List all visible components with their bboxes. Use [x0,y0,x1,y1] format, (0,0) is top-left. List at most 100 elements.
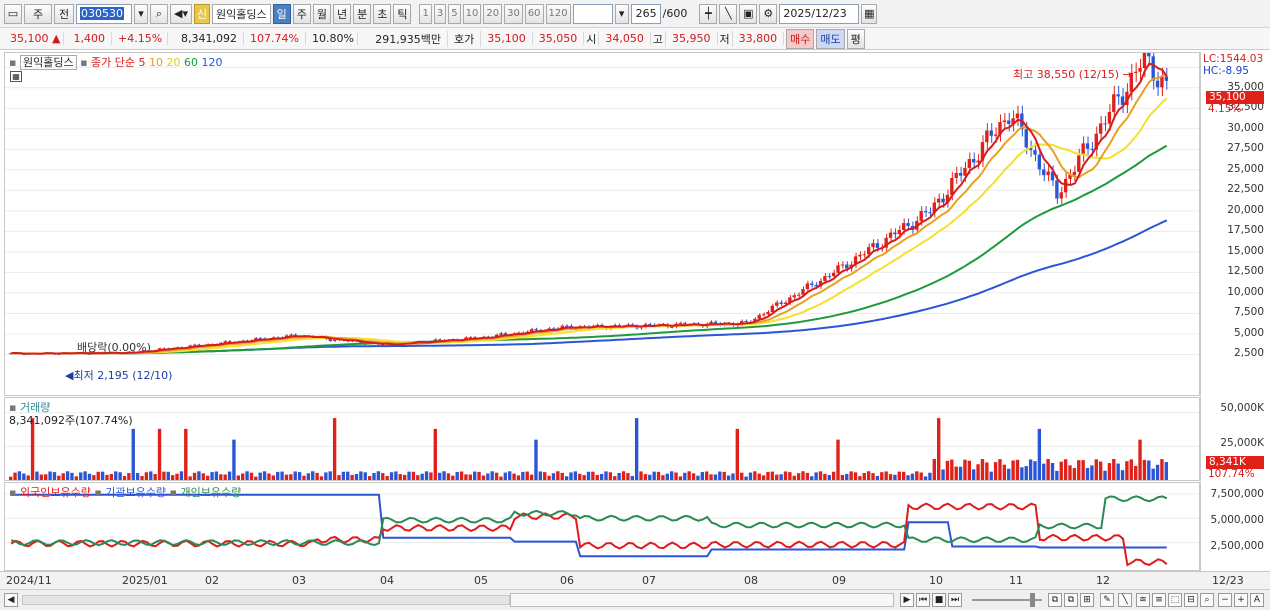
zoom-out-icon[interactable]: − [1218,593,1232,607]
volume-bar [144,472,149,480]
period-minute[interactable]: 분 [353,3,372,24]
scroll-track[interactable] [22,595,510,605]
minute-10[interactable]: 10 [462,3,482,24]
minute-5[interactable]: 5 [448,3,461,24]
sell-button[interactable]: 매도 [816,28,845,49]
prev-button[interactable]: 전 [54,3,74,24]
volume-bar [831,471,836,480]
tile-icon[interactable]: ⊞ [1080,593,1094,607]
line-tool-icon[interactable]: ╲ [719,3,738,24]
table-view-icon[interactable]: ▦ [10,71,22,82]
layout-icon[interactable]: ▭ [4,3,22,24]
type-select[interactable]: 주 [24,3,52,24]
code-dropdown-icon[interactable]: ▾ [134,3,148,24]
volume-bar [1042,463,1046,480]
price-tick-25000: 25,000 [1227,162,1264,175]
price-tick-17500: 17,500 [1227,224,1264,237]
volume-bar [477,471,481,480]
overlay-icon[interactable]: ⧉ [1064,593,1078,607]
text-tool-icon[interactable]: A [1250,593,1264,607]
volume-bar [276,471,280,480]
search-icon[interactable]: ⌕ [150,3,168,24]
candle-body [831,272,836,277]
scroll-thumb[interactable] [510,593,894,607]
zoom-slider-handle[interactable] [1030,593,1035,607]
fib-icon[interactable]: ≋ [1136,593,1150,607]
minute-30[interactable]: 30 [504,3,523,24]
candle-body [840,264,845,266]
price-panel[interactable]: ▪ 원익홀딩스 ▪ 종가 단순 5 10 20 60 120 ▦ 최고 38,5… [4,52,1200,396]
candle-body [954,172,958,178]
custom-period-dropdown-icon[interactable]: ▾ [614,3,629,24]
custom-period-input[interactable] [572,3,613,24]
volume-bar [748,472,753,480]
period-day[interactable]: 일 [272,3,291,24]
volume-bar [1103,470,1107,480]
count-input[interactable]: 265 [630,3,661,24]
scroll-left-icon[interactable]: ◀ [4,593,18,607]
minute-3[interactable]: 3 [433,3,447,24]
date-input[interactable]: 2025/12/23 [779,3,860,24]
candle-body [766,312,770,315]
legend-ma10: 10 [149,56,164,69]
hline-icon[interactable]: ≡ [1152,593,1166,607]
candle-body [1155,80,1160,88]
volume-bar [722,471,726,480]
volume-bar [538,471,543,480]
even-button[interactable]: 평 [846,28,865,49]
period-second[interactable]: 초 [373,3,392,24]
vol-tick-50000k: 50,000K [1220,402,1264,414]
search-zoom-icon[interactable]: ⌕ [1200,593,1214,607]
volume-bar [753,471,757,480]
hc-label: HC:-8.95 [1203,65,1249,77]
buy-button[interactable]: 매수 [786,28,815,49]
volume-bar [836,439,840,480]
candle-body [937,198,941,203]
period-week[interactable]: 주 [292,3,311,24]
candle-body [989,130,993,136]
candle-style-icon[interactable]: ┿ [699,3,718,24]
candle-body [1147,53,1151,57]
gear-icon[interactable]: ⚙ [759,3,778,24]
volume-bar [1081,460,1085,480]
stop-button[interactable]: ■ [932,593,946,607]
volume-bar [184,428,188,480]
play-button[interactable]: ▶ [900,593,914,607]
volume-bar [57,475,61,480]
volume-bar [521,471,525,480]
line-icon[interactable]: ╲ [1118,593,1132,607]
period-month[interactable]: 월 [312,3,331,24]
volume-bar [205,475,210,480]
volume-bar [788,472,792,480]
draw-icon[interactable]: ✎ [1100,593,1114,607]
minute-60[interactable]: 60 [524,3,544,24]
first-button[interactable]: ⏮ [916,593,930,607]
calendar-icon[interactable]: ▦ [861,3,878,24]
zoom-area-icon[interactable]: ⊟ [1184,593,1198,607]
minute-20[interactable]: 20 [483,3,503,24]
holdings-panel[interactable]: ▪ 외국인보유수량 ▪ 기관보유수량 ▪ 개인보유수량 [4,482,1200,571]
speaker-icon[interactable]: ◀▾ [170,3,192,24]
candle-body [985,130,989,143]
stock-name[interactable]: 원익홀딩스 [212,3,271,24]
stock-code-input[interactable]: 030530 [76,3,132,24]
volume-bar [630,475,634,480]
volume-bar [468,474,472,480]
volume-panel[interactable]: ▪ 거래량 8,341,092주(107.74%) [4,397,1200,481]
volume-bar [713,474,718,480]
zoom-in-icon[interactable]: + [1234,593,1248,607]
copy-icon[interactable]: ⧉ [1048,593,1062,607]
pct-tag: 4.15% [1208,103,1242,115]
save-icon[interactable]: ▣ [739,3,758,24]
period-tick[interactable]: 틱 [393,3,412,24]
minute-120[interactable]: 120 [545,3,571,24]
candle-body [1164,76,1168,81]
price-chart [5,53,1199,356]
volume-bar [293,471,297,480]
period-year[interactable]: 년 [332,3,352,24]
zoom-select-icon[interactable]: ⬚ [1168,593,1182,607]
volume-bar [385,475,389,480]
volume-bar [118,472,122,480]
minute-1[interactable]: 1 [419,3,432,24]
last-button[interactable]: ⏭ [948,593,962,607]
